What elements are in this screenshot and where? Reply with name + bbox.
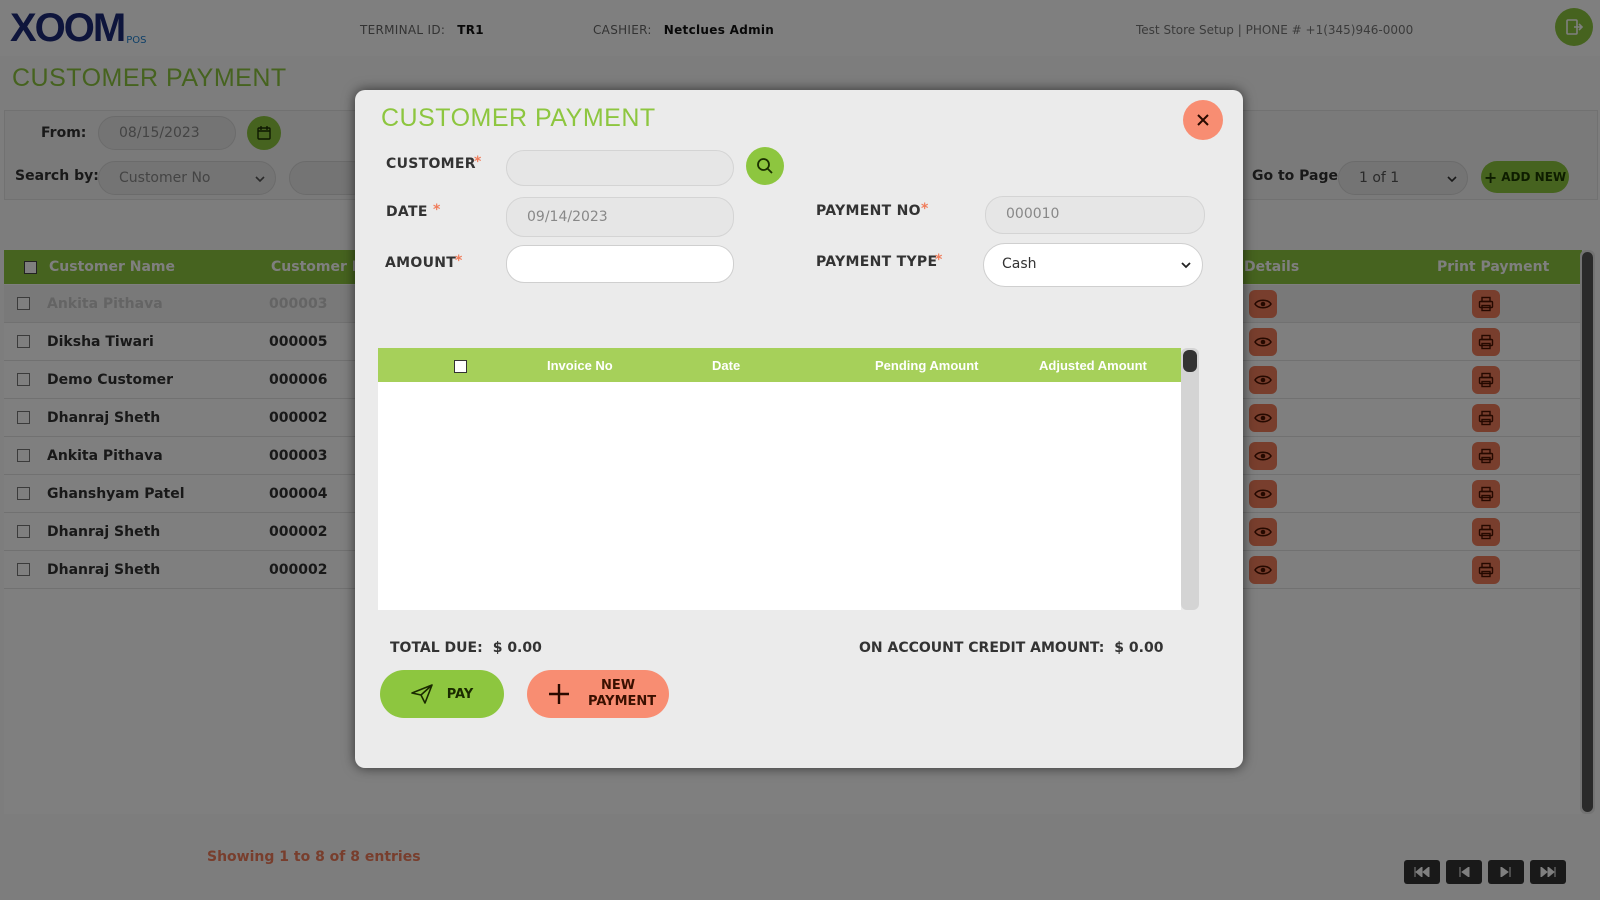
invoice-table-scrollbar[interactable] (1181, 348, 1199, 610)
total-due-value: $ 0.00 (492, 640, 542, 656)
date-input[interactable]: 09/14/2023 (506, 197, 734, 237)
new-payment-label-line2: PAYMENT (588, 694, 657, 709)
required-mark: * (474, 154, 482, 170)
close-button[interactable] (1183, 100, 1223, 140)
new-payment-label: NEW PAYMENT (588, 678, 657, 710)
col-invoice-no: Invoice No (547, 358, 613, 373)
pay-label: PAY (446, 686, 474, 702)
invoice-table: Invoice No Date Pending Amount Adjusted … (378, 348, 1181, 610)
scrollbar-thumb[interactable] (1183, 350, 1197, 372)
date-label: DATE (386, 204, 428, 220)
invoice-select-all-checkbox[interactable] (454, 360, 467, 373)
plus-icon (549, 684, 569, 704)
required-mark: * (433, 202, 441, 218)
customer-payment-modal: CUSTOMER PAYMENT CUSTOMER * DATE * 09/14… (355, 90, 1243, 768)
required-mark: * (921, 201, 929, 217)
total-due: TOTAL DUE: $ 0.00 (390, 640, 542, 656)
col-pending-amount: Pending Amount (875, 358, 979, 373)
close-icon (1197, 114, 1209, 126)
chevron-down-icon (1181, 262, 1191, 269)
payment-no-input[interactable]: 000010 (985, 196, 1205, 234)
required-mark: * (455, 253, 463, 269)
on-account-credit: ON ACCOUNT CREDIT AMOUNT: $ 0.00 (859, 640, 1163, 656)
customer-input[interactable] (506, 150, 734, 186)
payment-no-label: PAYMENT NO (816, 203, 921, 219)
payment-type-select[interactable]: Cash (983, 243, 1203, 287)
customer-search-button[interactable] (746, 147, 784, 185)
search-icon (757, 158, 773, 174)
payment-type-label: PAYMENT TYPE (816, 254, 938, 270)
pay-button[interactable]: PAY (380, 670, 504, 718)
total-due-label: TOTAL DUE: (390, 640, 483, 656)
new-payment-label-line1: NEW (600, 678, 636, 693)
amount-input[interactable] (506, 245, 734, 283)
customer-label: CUSTOMER (386, 156, 476, 172)
amount-label: AMOUNT (385, 255, 457, 271)
payment-type-value: Cash (1002, 256, 1037, 272)
invoice-table-header: Invoice No Date Pending Amount Adjusted … (378, 348, 1181, 382)
credit-label: ON ACCOUNT CREDIT AMOUNT: (859, 640, 1105, 656)
send-icon (410, 684, 433, 704)
col-adjusted-amount: Adjusted Amount (1039, 358, 1147, 373)
credit-value: $ 0.00 (1114, 640, 1164, 656)
new-payment-button[interactable]: NEW PAYMENT (527, 670, 669, 718)
modal-title: CUSTOMER PAYMENT (381, 104, 656, 132)
col-date: Date (712, 358, 741, 373)
required-mark: * (935, 252, 943, 268)
